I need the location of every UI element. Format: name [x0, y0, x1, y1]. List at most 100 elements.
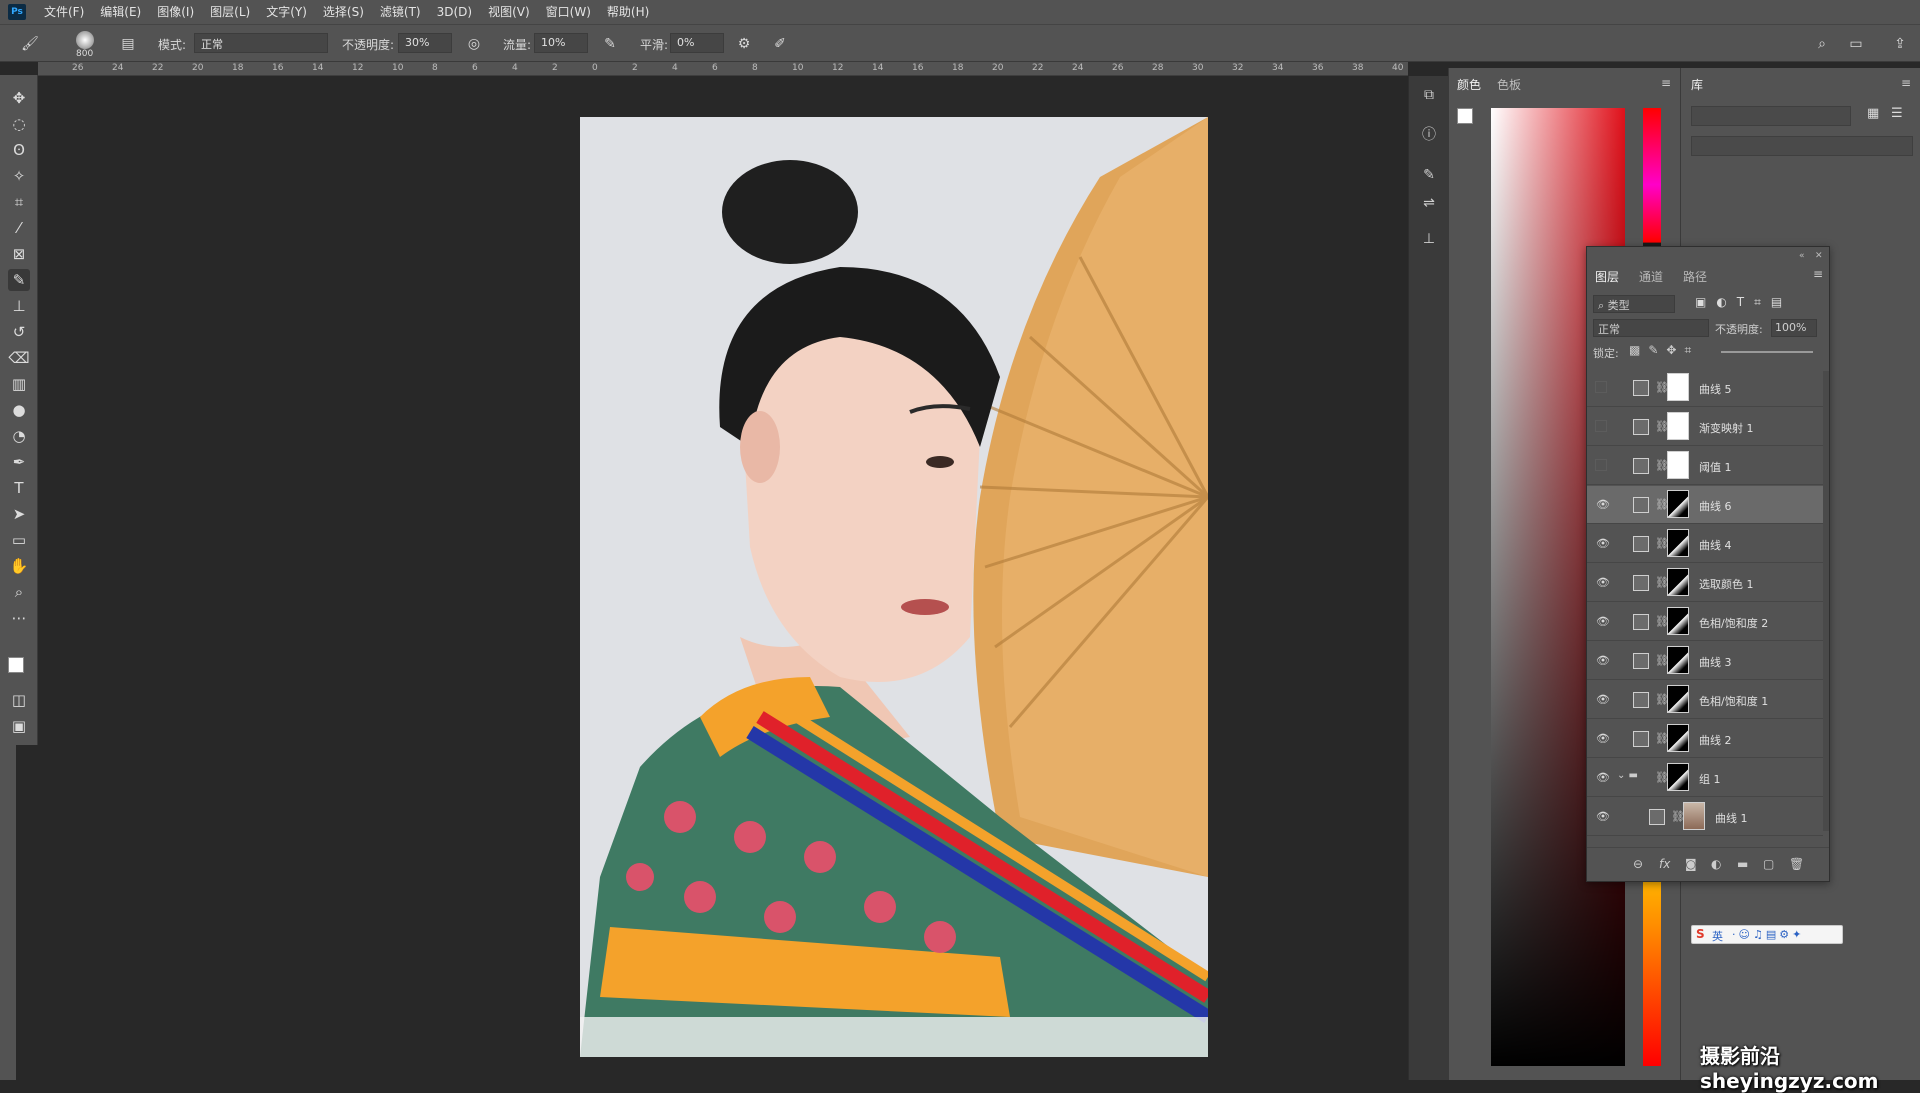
visibility-eye-icon[interactable]: 👁: [1595, 771, 1611, 785]
brush-panel-icon[interactable]: ✎: [1418, 164, 1440, 186]
hand-tool-icon[interactable]: ✋: [8, 555, 30, 577]
visibility-eye-icon[interactable]: 👁: [1595, 693, 1611, 707]
airbrush-icon[interactable]: ✎: [600, 34, 620, 54]
healing-tool-icon[interactable]: ⊠: [8, 243, 30, 265]
menu-view[interactable]: 视图(V): [480, 0, 538, 24]
canvas-image[interactable]: [580, 117, 1208, 1057]
type-tool-icon[interactable]: T: [8, 477, 30, 499]
library-select[interactable]: [1691, 106, 1851, 126]
layer-mask-thumbnail[interactable]: [1667, 568, 1689, 596]
layer-row[interactable]: 👁 ⛓ 曲线 4: [1587, 525, 1823, 563]
menu-image[interactable]: 图像(I): [149, 0, 202, 24]
brush-preview-icon[interactable]: [76, 31, 94, 49]
new-group-icon[interactable]: ▬: [1737, 857, 1748, 871]
layer-row[interactable]: 👁 ⛓ 曲线 1: [1587, 798, 1823, 836]
layer-row[interactable]: ⛓ 渐变映射 1: [1587, 408, 1823, 446]
visibility-eye-icon[interactable]: 👁: [1595, 654, 1611, 668]
history-panel-icon[interactable]: ⧉: [1418, 84, 1440, 106]
fx-icon[interactable]: fx: [1659, 857, 1670, 871]
layer-mask-thumbnail[interactable]: [1667, 607, 1689, 635]
layer-row[interactable]: 👁 ⛓ 曲线 6: [1587, 486, 1823, 524]
visibility-eye-icon[interactable]: 👁: [1595, 810, 1611, 824]
layer-row[interactable]: 👁 ⌄ ▬ ⛓ 组 1: [1587, 759, 1823, 797]
tab-paths[interactable]: 路径: [1683, 268, 1707, 285]
layer-mask-thumbnail[interactable]: [1667, 451, 1689, 479]
blur-tool-icon[interactable]: ●: [8, 399, 30, 421]
menu-help[interactable]: 帮助(H): [599, 0, 657, 24]
share-icon[interactable]: ⇪: [1890, 34, 1910, 54]
visibility-eye-icon[interactable]: 👁: [1595, 498, 1611, 512]
layer-row[interactable]: ⛓ 阈值 1: [1587, 447, 1823, 485]
close-icon[interactable]: ✕: [1815, 251, 1823, 261]
layer-mask-thumbnail[interactable]: [1667, 685, 1689, 713]
layer-mask-thumbnail[interactable]: [1667, 412, 1689, 440]
menu-3d[interactable]: 3D(D): [429, 0, 480, 24]
tab-library[interactable]: 库: [1691, 76, 1703, 93]
tab-layers[interactable]: 图层: [1595, 268, 1619, 285]
eraser-tool-icon[interactable]: ⌫: [8, 347, 30, 369]
eyedropper-tool-icon[interactable]: ⁄: [8, 217, 30, 239]
panel-menu-icon[interactable]: ≡: [1661, 76, 1671, 90]
move-tool-icon[interactable]: ✥: [8, 87, 30, 109]
layer-mask-thumbnail[interactable]: [1667, 763, 1689, 791]
smoothing-field[interactable]: 0%: [670, 33, 724, 53]
screen-mode-icon[interactable]: ▣: [8, 715, 30, 737]
quick-mask-icon[interactable]: ◫: [8, 689, 30, 711]
menu-file[interactable]: 文件(F): [36, 0, 92, 24]
link-layers-icon[interactable]: ⊖: [1633, 857, 1643, 871]
history-brush-tool-icon[interactable]: ↺: [8, 321, 30, 343]
delete-layer-icon[interactable]: 🗑: [1789, 857, 1804, 871]
menu-type[interactable]: 文字(Y): [258, 0, 315, 24]
layer-mask-thumbnail[interactable]: [1667, 724, 1689, 752]
crop-tool-icon[interactable]: ⌗: [8, 191, 30, 213]
path-select-tool-icon[interactable]: ➤: [8, 503, 30, 525]
layer-mask-thumbnail[interactable]: [1667, 646, 1689, 674]
layer-mask-thumbnail[interactable]: [1667, 373, 1689, 401]
visibility-eye-icon[interactable]: 👁: [1595, 576, 1611, 590]
adjustment-layer-icon[interactable]: ◐: [1711, 857, 1721, 871]
layer-row[interactable]: 👁 ⛓ 色相/饱和度 1: [1587, 681, 1823, 719]
tab-channels[interactable]: 通道: [1639, 268, 1663, 285]
lasso-tool-icon[interactable]: ʘ: [8, 139, 30, 161]
layer-row[interactable]: 👁 ⛓ 选取颜色 1: [1587, 564, 1823, 602]
layer-row[interactable]: 👁 ⛓ 色相/饱和度 2: [1587, 603, 1823, 641]
pen-tool-icon[interactable]: ✒: [8, 451, 30, 473]
more-tools-icon[interactable]: ⋯: [8, 607, 30, 629]
brush-tool-icon[interactable]: 🖌: [20, 34, 40, 54]
gradient-tool-icon[interactable]: ▥: [8, 373, 30, 395]
layer-mask-thumbnail[interactable]: [1667, 490, 1689, 518]
library-search-input[interactable]: [1691, 136, 1913, 156]
opacity-slider[interactable]: [1721, 351, 1813, 353]
layer-opacity-field[interactable]: 100%: [1771, 319, 1817, 337]
visibility-eye-icon[interactable]: 👁: [1595, 732, 1611, 746]
layer-mask-thumbnail[interactable]: [1683, 802, 1705, 830]
ime-toolbar[interactable]: S 英 ·☺♫▤⚙✦: [1691, 925, 1843, 944]
panel-menu-icon[interactable]: ≡: [1813, 267, 1823, 281]
magic-wand-tool-icon[interactable]: ✧: [8, 165, 30, 187]
ime-language-label[interactable]: 英: [1712, 928, 1723, 944]
rectangle-tool-icon[interactable]: ▭: [8, 529, 30, 551]
stamp-tool-icon[interactable]: ⊥: [8, 295, 30, 317]
foreground-color-swatch[interactable]: [8, 657, 24, 673]
layer-row[interactable]: 👁 ⛓ 曲线 2: [1587, 720, 1823, 758]
gear-icon[interactable]: ⚙: [734, 34, 754, 54]
brush-tool-icon[interactable]: ✎: [8, 269, 30, 291]
opacity-field[interactable]: 30%: [398, 33, 452, 53]
menu-layer[interactable]: 图层(L): [202, 0, 258, 24]
blend-mode-select[interactable]: 正常: [1593, 319, 1709, 337]
visibility-eye-icon[interactable]: 👁: [1595, 537, 1611, 551]
marquee-tool-icon[interactable]: ◌: [8, 113, 30, 135]
lock-icons[interactable]: ▩✎✥⌗: [1629, 343, 1699, 358]
flow-field[interactable]: 10%: [534, 33, 588, 53]
layer-row[interactable]: ⛓ 曲线 5: [1587, 369, 1823, 407]
menu-edit[interactable]: 编辑(E): [92, 0, 149, 24]
workspace-icon[interactable]: ▭: [1846, 34, 1866, 54]
list-view-icon[interactable]: ☰: [1891, 106, 1903, 121]
brush-settings-icon[interactable]: ▤: [118, 34, 138, 54]
layer-list-scrollbar[interactable]: [1823, 371, 1829, 831]
layer-filter-icons[interactable]: ▣◐T⌗▤: [1695, 295, 1792, 310]
layer-filter-select[interactable]: ⌕ 类型: [1593, 295, 1675, 313]
new-layer-icon[interactable]: ▢: [1763, 857, 1774, 871]
menu-window[interactable]: 窗口(W): [538, 0, 599, 24]
ime-tool-icons[interactable]: ·☺♫▤⚙✦: [1732, 928, 1804, 941]
